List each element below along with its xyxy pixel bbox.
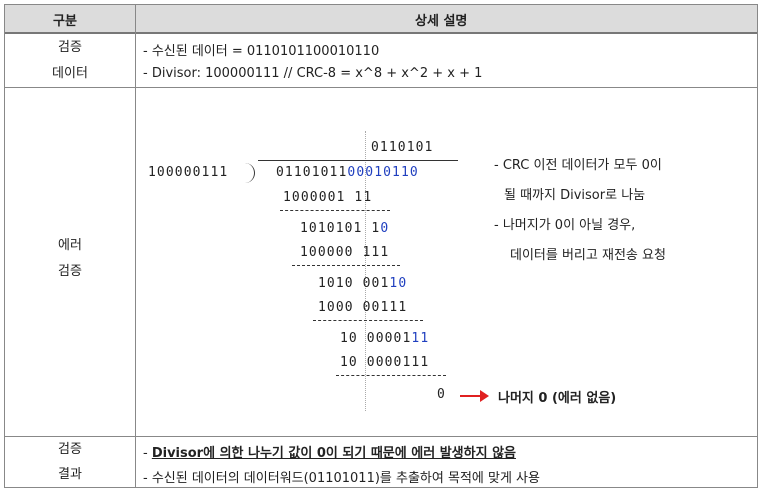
dividend: 0110101100010110: [276, 165, 419, 180]
note-line-1: - CRC 이전 데이터가 모두 0이: [494, 158, 662, 173]
row1-label-line2: 데이터: [52, 66, 88, 81]
step-4-blue: 10: [389, 276, 408, 291]
row3-label-line2: 결과: [58, 467, 82, 482]
step-3: 100000 111: [300, 245, 389, 260]
step-2-text: 1010101 1: [300, 221, 381, 236]
step-3-line: [292, 265, 400, 266]
step-6-blue: 11: [411, 331, 430, 346]
right-arrow-icon: [460, 390, 489, 402]
conclusion-bold: Divisor에 의한 나누기 값이 0이 되기 때문에 에러 발생하지 않음: [151, 446, 516, 461]
step-7: 10 0000111: [340, 355, 429, 370]
note-line-3: - 나머지가 0이 아닐 경우,: [494, 218, 636, 233]
note-line-4: 데이터를 버리고 재전송 요청: [510, 248, 666, 263]
header-description: 상세 설명: [415, 14, 468, 29]
remainder-result: 나머지 0 (에러 없음): [498, 391, 617, 406]
row3-label-line1: 검증: [58, 442, 82, 457]
table-header: 구분 상세 설명: [5, 5, 757, 34]
step-7-text: 10 0000111: [340, 355, 430, 370]
column-divider: [135, 5, 136, 487]
step-1-text: 1000001 11: [283, 190, 373, 205]
step-5-text: 1000 00111: [318, 300, 408, 315]
step-5: 1000 00111: [318, 300, 407, 315]
result-conclusion-line: - Divisor에 의한 나누기 값이 0이 되기 때문에 에러 발생하지 않…: [143, 442, 516, 461]
step-7-line: [336, 375, 446, 376]
step-2: 1010101 10: [300, 221, 389, 236]
step-1: 1000001 11: [283, 190, 372, 205]
step-4-text: 1010 001: [318, 276, 390, 291]
step-6: 10 0000111: [340, 331, 429, 346]
step-2-blue: 0: [380, 221, 390, 236]
step-6-text: 10 00001: [340, 331, 412, 346]
divisor-value: 100000111: [148, 165, 229, 180]
extract-dataword-line: - 수신된 데이터의 데이터워드(01101011)를 추출하여 목적에 맞게 …: [143, 471, 540, 486]
step-4: 1010 00110: [318, 276, 407, 291]
conclusion-prefix: -: [143, 446, 152, 461]
remainder-value: 0: [437, 387, 446, 402]
received-data-line: - 수신된 데이터 = 0110101100010110: [143, 44, 380, 59]
division-bar: [258, 160, 458, 161]
dividend-data-part: 01101011: [276, 165, 348, 180]
step-1-line: [280, 210, 390, 211]
divisor-line: - Divisor: 100000111 // CRC-8 = x^8 + x^…: [143, 66, 483, 81]
row-divider-1: [5, 87, 757, 88]
step-3-text: 100000 111: [300, 245, 390, 260]
quotient: 0110101: [371, 140, 434, 155]
dividend-crc-part: 00010110: [347, 165, 419, 180]
row2-label-line1: 에러: [58, 238, 82, 253]
note-line-2: 될 때까지 Divisor로 나눔: [504, 188, 646, 203]
row2-label-line2: 검증: [58, 264, 82, 279]
header-category: 구분: [53, 14, 77, 29]
step-5-line: [313, 320, 423, 321]
row1-label-line1: 검증: [58, 40, 82, 55]
